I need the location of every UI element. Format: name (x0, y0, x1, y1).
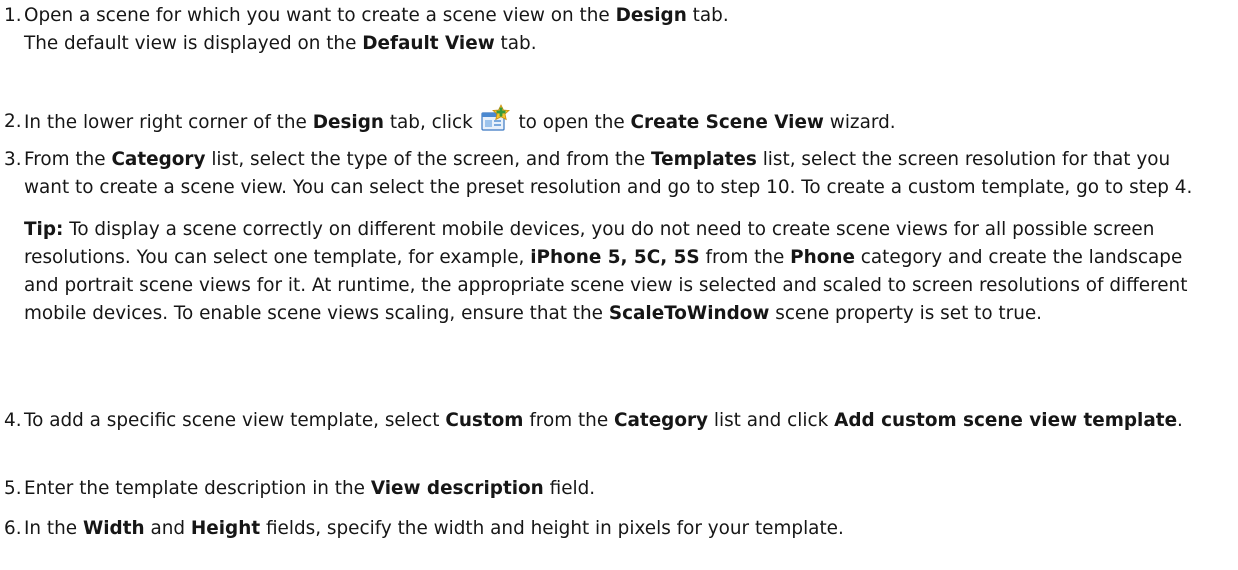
ui-term: iPhone 5, 5C, 5S (530, 247, 700, 268)
ui-term: Design (615, 5, 687, 26)
ui-term: Design (312, 112, 384, 133)
step-number: 1. (4, 5, 22, 26)
step-text: Enter the template description in the Vi… (24, 478, 596, 499)
step-2: 2. In the lower right corner of the Desi… (0, 104, 1220, 137)
step-text: From the Category list, select the type … (24, 149, 1193, 198)
step-text: In the Width and Height fields, specify … (24, 518, 844, 539)
procedure-steps: 1. Open a scene for which you want to cr… (0, 0, 1238, 570)
step-4: 4. To add a specific scene view template… (0, 407, 1220, 435)
step-number: 3. (4, 149, 22, 170)
create-scene-view-icon[interactable] (481, 104, 511, 134)
step-number: 4. (4, 410, 22, 431)
ui-term: Add custom scene view template (834, 410, 1178, 431)
ui-term: View description (370, 478, 544, 499)
ui-term: Custom (445, 410, 524, 431)
step-text: To add a specific scene view template, s… (24, 410, 1183, 431)
ui-term: Height (190, 518, 261, 539)
step-number: 5. (4, 478, 22, 499)
ui-term: ScaleToWindow (608, 303, 770, 324)
ui-term: Templates (651, 149, 757, 170)
ui-term: Phone (790, 247, 855, 268)
ui-term: Create Scene View (630, 112, 824, 133)
ui-term: Category (111, 149, 206, 170)
step-number: 6. (4, 518, 22, 539)
step-text: In the lower right corner of the Design … (24, 104, 1220, 137)
step-text: Open a scene for which you want to creat… (24, 5, 729, 26)
step-number: 2. (4, 111, 22, 132)
ui-term: Width (82, 518, 145, 539)
step-3: 3. From the Category list, select the ty… (0, 146, 1220, 328)
ui-term: Default View (362, 33, 495, 54)
step-result: The default view is displayed on the Def… (24, 33, 537, 54)
step-1: 1. Open a scene for which you want to cr… (0, 2, 1220, 58)
ui-term: Category (614, 410, 709, 431)
ui-term: Tip: (24, 219, 64, 240)
tip-note: Tip: To display a scene correctly on dif… (24, 219, 1188, 324)
step-6: 6. In the Width and Height fields, speci… (0, 515, 1220, 543)
step-5: 5. Enter the template description in the… (0, 475, 1220, 503)
